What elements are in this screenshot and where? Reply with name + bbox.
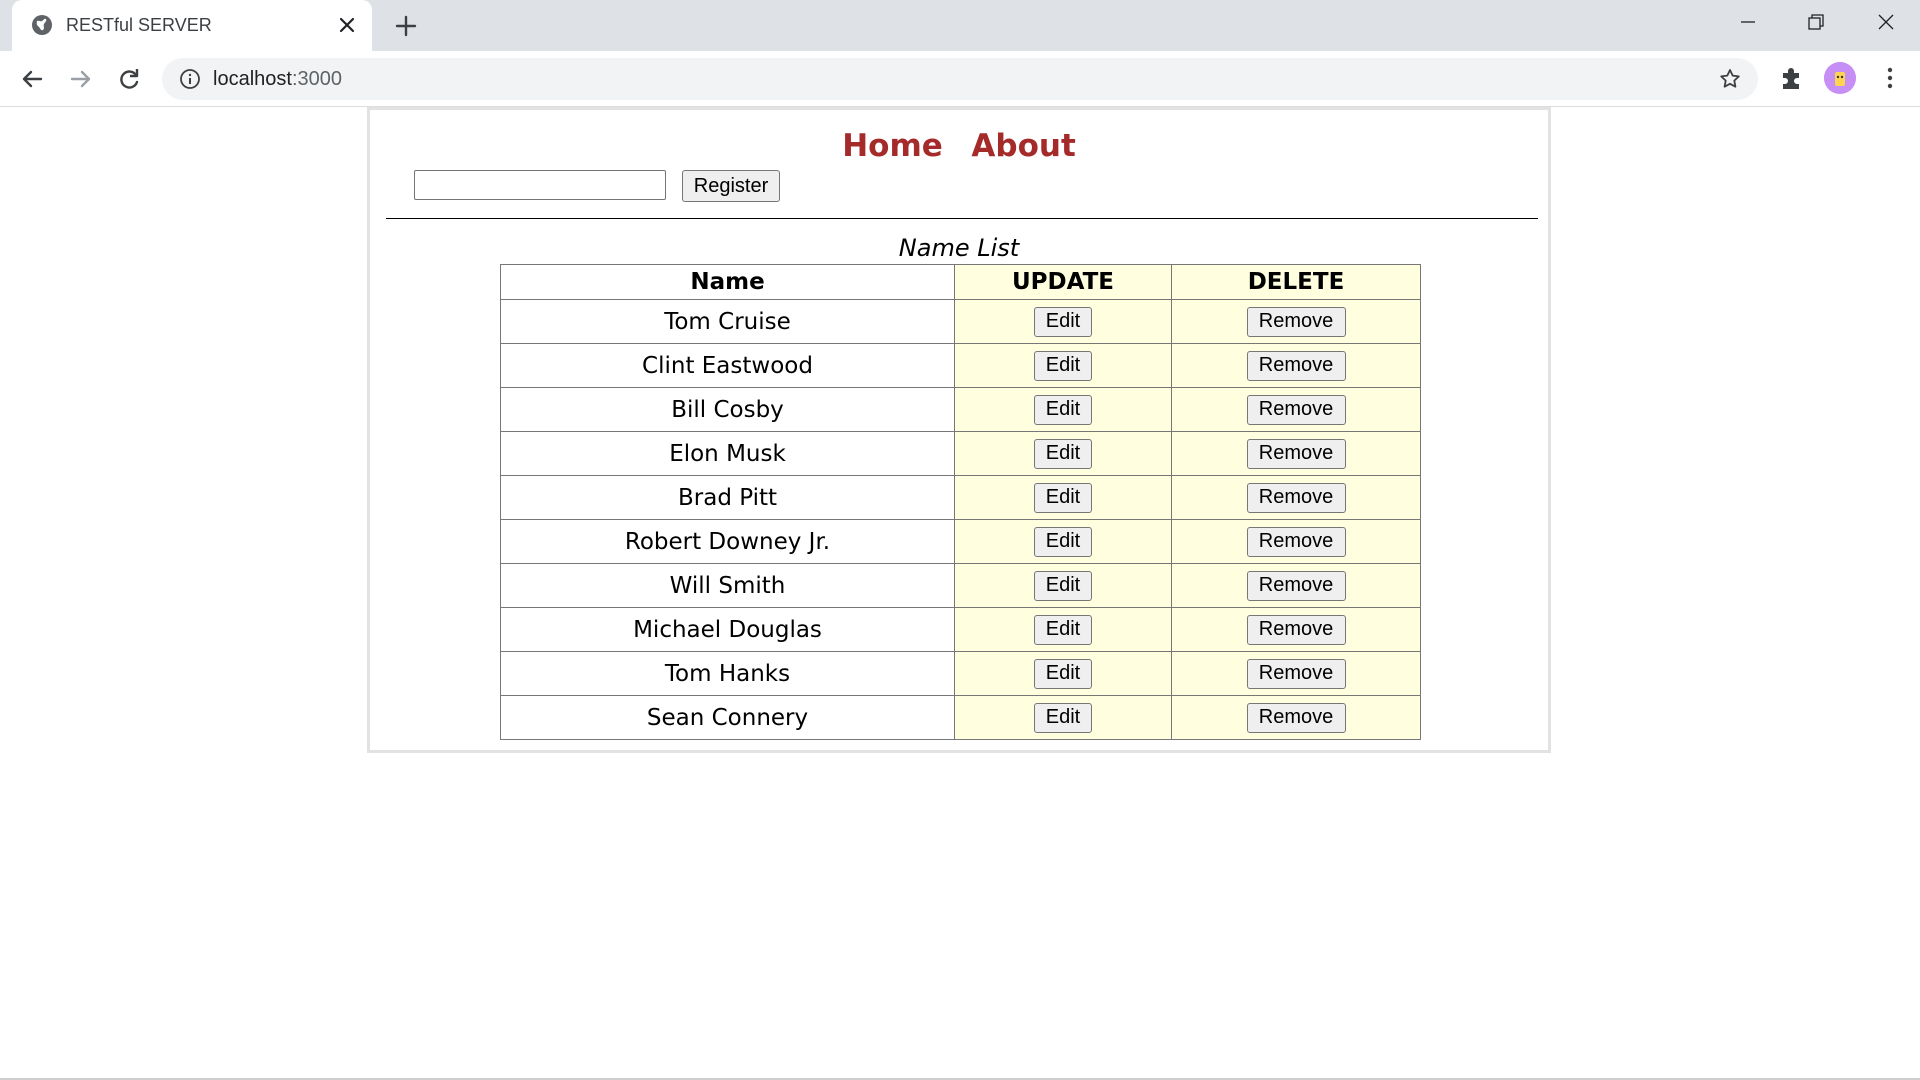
register-button[interactable]: Register (682, 170, 780, 202)
delete-cell: Remove (1171, 343, 1421, 388)
remove-button[interactable]: Remove (1246, 658, 1346, 689)
minimize-button[interactable] (1714, 0, 1782, 44)
name-cell: Robert Downey Jr. (500, 519, 955, 564)
edit-button[interactable]: Edit (1034, 702, 1092, 733)
new-tab-icon[interactable] (392, 12, 420, 40)
edit-button[interactable]: Edit (1034, 482, 1092, 513)
table-header-row: Name UPDATE DELETE (500, 264, 1421, 300)
update-cell: Edit (954, 651, 1172, 696)
table-row: Michael Douglas Edit Remove (500, 607, 1421, 652)
delete-cell: Remove (1171, 475, 1421, 520)
name-table: Name UPDATE DELETE Tom Cruise Edit Remove C… (500, 264, 1421, 740)
remove-button[interactable]: Remove (1246, 526, 1346, 557)
nav-home-link[interactable]: Home (842, 128, 943, 164)
name-cell: Sean Connery (500, 695, 955, 740)
url-text: localhost:3000 (213, 58, 342, 100)
table-row: Robert Downey Jr. Edit Remove (500, 519, 1421, 564)
delete-cell: Remove (1171, 607, 1421, 652)
edit-button[interactable]: Edit (1034, 570, 1092, 601)
delete-cell: Remove (1171, 695, 1421, 740)
address-bar[interactable]: localhost:3000 (162, 58, 1758, 100)
update-cell: Edit (954, 563, 1172, 608)
remove-button[interactable]: Remove (1246, 482, 1346, 513)
close-icon (1878, 14, 1894, 30)
info-icon[interactable] (179, 68, 201, 90)
table-row: Brad Pitt Edit Remove (500, 475, 1421, 520)
delete-cell: Remove (1171, 387, 1421, 432)
globe-icon (32, 15, 52, 35)
name-input[interactable] (414, 170, 666, 200)
table-row: Will Smith Edit Remove (500, 563, 1421, 608)
browser-toolbar: localhost:3000 (0, 51, 1920, 107)
table-row: Tom Cruise Edit Remove (500, 299, 1421, 344)
restore-button[interactable] (1782, 0, 1850, 44)
restore-icon (1808, 14, 1824, 30)
header-name: Name (500, 264, 955, 300)
delete-cell: Remove (1171, 519, 1421, 564)
remove-button[interactable]: Remove (1246, 350, 1346, 381)
divider (386, 218, 1538, 219)
profile-avatar[interactable] (1824, 62, 1856, 94)
page-container: Home About Register Name List Name UPDAT… (367, 107, 1551, 753)
nav-about-link[interactable]: About (971, 128, 1075, 164)
name-cell: Michael Douglas (500, 607, 955, 652)
tab-title: RESTful SERVER (66, 15, 212, 35)
remove-button[interactable]: Remove (1246, 614, 1346, 645)
url-host: localhost (213, 68, 292, 90)
edit-button[interactable]: Edit (1034, 614, 1092, 645)
reload-icon[interactable] (114, 64, 144, 94)
name-cell: Tom Hanks (500, 651, 955, 696)
table-caption: Name List (898, 234, 1020, 262)
name-cell: Clint Eastwood (500, 343, 955, 388)
edit-button[interactable]: Edit (1034, 350, 1092, 381)
bookmark-star-icon[interactable] (1718, 67, 1742, 91)
update-cell: Edit (954, 299, 1172, 344)
update-cell: Edit (954, 431, 1172, 476)
edit-button[interactable]: Edit (1034, 306, 1092, 337)
top-nav: Home About (370, 128, 1548, 164)
table-row: Elon Musk Edit Remove (500, 431, 1421, 476)
delete-cell: Remove (1171, 563, 1421, 608)
name-cell: Tom Cruise (500, 299, 955, 344)
close-window-button[interactable] (1852, 0, 1920, 44)
update-cell: Edit (954, 475, 1172, 520)
update-cell: Edit (954, 607, 1172, 652)
header-update: UPDATE (954, 264, 1172, 300)
delete-cell: Remove (1171, 431, 1421, 476)
back-arrow-icon[interactable] (17, 64, 47, 94)
tab-strip: RESTful SERVER (0, 0, 1920, 51)
close-tab-icon[interactable] (335, 13, 359, 37)
name-cell: Elon Musk (500, 431, 955, 476)
delete-cell: Remove (1171, 651, 1421, 696)
kebab-menu-icon[interactable] (1876, 64, 1904, 92)
edit-button[interactable]: Edit (1034, 438, 1092, 469)
delete-cell: Remove (1171, 299, 1421, 344)
header-delete: DELETE (1171, 264, 1421, 300)
update-cell: Edit (954, 519, 1172, 564)
forward-arrow-icon[interactable] (66, 64, 96, 94)
minimize-icon (1741, 21, 1755, 23)
remove-button[interactable]: Remove (1246, 394, 1346, 425)
update-cell: Edit (954, 387, 1172, 432)
extensions-puzzle-icon[interactable] (1777, 64, 1805, 92)
update-cell: Edit (954, 343, 1172, 388)
edit-button[interactable]: Edit (1034, 526, 1092, 557)
avatar-image (1824, 62, 1856, 94)
name-cell: Bill Cosby (500, 387, 955, 432)
remove-button[interactable]: Remove (1246, 702, 1346, 733)
name-cell: Will Smith (500, 563, 955, 608)
edit-button[interactable]: Edit (1034, 394, 1092, 425)
browser-tab[interactable]: RESTful SERVER (12, 0, 372, 51)
remove-button[interactable]: Remove (1246, 438, 1346, 469)
name-cell: Brad Pitt (500, 475, 955, 520)
table-row: Clint Eastwood Edit Remove (500, 343, 1421, 388)
table-row: Tom Hanks Edit Remove (500, 651, 1421, 696)
edit-button[interactable]: Edit (1034, 658, 1092, 689)
remove-button[interactable]: Remove (1246, 306, 1346, 337)
remove-button[interactable]: Remove (1246, 570, 1346, 601)
url-port: :3000 (291, 68, 342, 90)
table-row: Bill Cosby Edit Remove (500, 387, 1421, 432)
update-cell: Edit (954, 695, 1172, 740)
table-row: Sean Connery Edit Remove (500, 695, 1421, 740)
